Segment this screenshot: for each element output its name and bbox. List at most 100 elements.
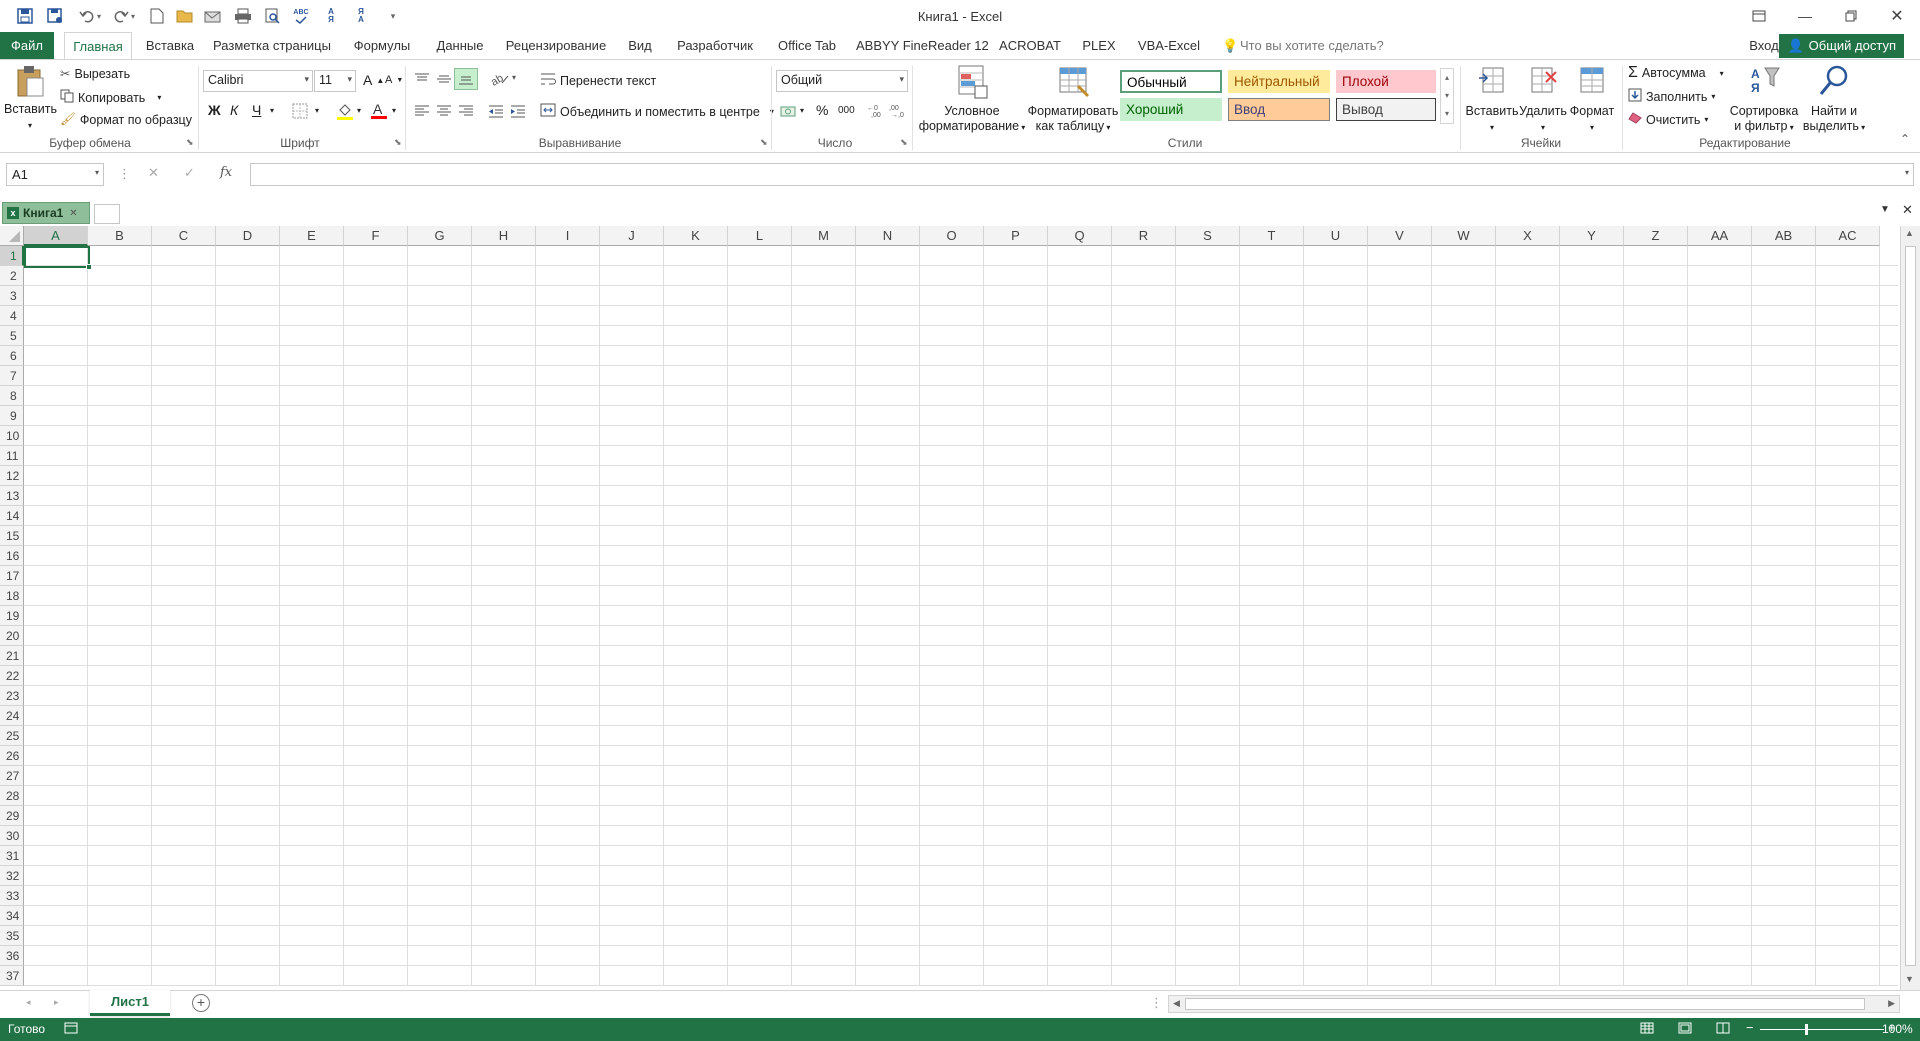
text-orientation-icon[interactable]: ab ▾	[489, 70, 516, 89]
zoom-level[interactable]: 100%	[1882, 1022, 1913, 1036]
new-workbook-tab-button[interactable]	[94, 204, 120, 224]
column-header[interactable]: E	[280, 226, 344, 246]
column-header[interactable]: M	[792, 226, 856, 246]
row-header[interactable]: 23	[0, 686, 24, 706]
font-launcher-icon[interactable]: ⬊	[394, 137, 402, 148]
hscroll-splitter-icon[interactable]: ⋮	[1150, 995, 1163, 1011]
font-color-icon[interactable]: A	[370, 101, 388, 123]
row-header[interactable]: 28	[0, 786, 24, 806]
row-header[interactable]: 31	[0, 846, 24, 866]
cancel-entry-icon[interactable]: ✕	[148, 165, 159, 181]
workbook-tab[interactable]: x Книга1 ✕	[2, 202, 90, 224]
align-bottom-icon[interactable]	[454, 68, 478, 90]
column-header[interactable]: C	[152, 226, 216, 246]
macro-record-icon[interactable]	[64, 1022, 78, 1037]
clear-button[interactable]: Очистить ▾	[1628, 112, 1708, 127]
align-right-icon[interactable]	[458, 104, 474, 121]
increase-indent-icon[interactable]	[510, 104, 526, 121]
scroll-right-icon[interactable]: ▶	[1888, 998, 1895, 1009]
column-header[interactable]: I	[536, 226, 600, 246]
tab-developer[interactable]: Разработчик	[670, 32, 760, 60]
row-header[interactable]: 25	[0, 726, 24, 746]
cell-area[interactable]	[24, 246, 1898, 986]
find-select-button[interactable]: Найти и выделить ▾	[1802, 64, 1866, 135]
row-header[interactable]: 12	[0, 466, 24, 486]
merge-center-button[interactable]: Объединить и поместить в центре▾	[540, 103, 774, 120]
row-header[interactable]: 4	[0, 306, 24, 326]
select-all-corner[interactable]	[0, 226, 24, 246]
row-header[interactable]: 19	[0, 606, 24, 626]
styles-gallery-scroll[interactable]: ▴ ▾ ▾	[1440, 68, 1454, 124]
percent-button[interactable]: %	[816, 102, 828, 118]
column-header[interactable]: N	[856, 226, 920, 246]
row-header[interactable]: 8	[0, 386, 24, 406]
row-header[interactable]: 33	[0, 886, 24, 906]
tab-home[interactable]: Главная	[64, 32, 132, 61]
row-header[interactable]: 24	[0, 706, 24, 726]
next-sheet-icon[interactable]: ▸	[54, 997, 59, 1008]
row-header[interactable]: 37	[0, 966, 24, 986]
decrease-decimal-icon[interactable]: ,00 →,0	[888, 102, 908, 121]
row-header[interactable]: 14	[0, 506, 24, 526]
row-header[interactable]: 11	[0, 446, 24, 466]
tab-office-tab[interactable]: Office Tab	[772, 32, 842, 60]
row-header[interactable]: 3	[0, 286, 24, 306]
row-header[interactable]: 30	[0, 826, 24, 846]
zoom-out-icon[interactable]: −	[1746, 1020, 1754, 1035]
underline-button[interactable]: Ч	[252, 102, 261, 118]
column-header[interactable]: K	[664, 226, 728, 246]
sort-filter-button[interactable]: AЯ Сортировка и фильтр ▾	[1726, 64, 1802, 135]
name-box[interactable]: A1 ▾	[6, 163, 104, 186]
row-header[interactable]: 6	[0, 346, 24, 366]
horizontal-scrollbar[interactable]: ◀ ▶	[1168, 995, 1900, 1013]
style-normal[interactable]: Обычный	[1120, 70, 1222, 93]
font-color-dropdown-icon[interactable]: ▾	[392, 106, 396, 115]
row-header[interactable]: 13	[0, 486, 24, 506]
column-header[interactable]: V	[1368, 226, 1432, 246]
borders-dropdown-icon[interactable]: ▾	[315, 106, 319, 115]
column-header[interactable]: AA	[1688, 226, 1752, 246]
ribbon-display-options-icon[interactable]	[1736, 0, 1782, 32]
alignment-launcher-icon[interactable]: ⬊	[760, 137, 768, 148]
row-header[interactable]: 26	[0, 746, 24, 766]
autosum-button[interactable]: Σ Автосумма ▾	[1628, 64, 1724, 82]
align-top-icon[interactable]	[414, 72, 430, 89]
insert-cells-button[interactable]: Вставить ▾	[1464, 64, 1520, 135]
row-header[interactable]: 7	[0, 366, 24, 386]
column-header[interactable]: U	[1304, 226, 1368, 246]
column-header[interactable]: R	[1112, 226, 1176, 246]
column-header[interactable]: X	[1496, 226, 1560, 246]
column-header[interactable]: AB	[1752, 226, 1816, 246]
tab-vba-excel[interactable]: VBA-Excel	[1134, 32, 1204, 60]
row-header[interactable]: 16	[0, 546, 24, 566]
style-bad[interactable]: Плохой	[1336, 70, 1436, 93]
paste-button[interactable]: Вставить ▾	[4, 64, 57, 133]
scroll-up-icon[interactable]: ▲	[1905, 228, 1914, 238]
column-header[interactable]: P	[984, 226, 1048, 246]
increase-decimal-icon[interactable]: ←0,00	[866, 102, 886, 121]
clipboard-launcher-icon[interactable]: ⬊	[186, 137, 194, 148]
expand-formula-icon[interactable]: ▾	[1905, 168, 1909, 177]
prev-sheet-icon[interactable]: ◂	[26, 997, 31, 1008]
tell-me-input[interactable]: Что вы хотите сделать?	[1240, 32, 1384, 60]
row-header[interactable]: 1	[0, 246, 24, 266]
row-header[interactable]: 18	[0, 586, 24, 606]
tab-data[interactable]: Данные	[430, 32, 490, 60]
scroll-thumb[interactable]	[1905, 246, 1916, 966]
scroll-down-icon[interactable]: ▼	[1905, 974, 1914, 984]
row-header[interactable]: 20	[0, 626, 24, 646]
sheet-tab-list1[interactable]: Лист1	[90, 990, 170, 1016]
column-header[interactable]: D	[216, 226, 280, 246]
column-header[interactable]: B	[88, 226, 152, 246]
add-sheet-icon[interactable]: +	[192, 994, 210, 1012]
row-header[interactable]: 34	[0, 906, 24, 926]
close-all-tabs-icon[interactable]: ✕	[1902, 202, 1913, 218]
row-header[interactable]: 32	[0, 866, 24, 886]
decrease-font-size-button[interactable]: A ▼	[385, 74, 403, 86]
row-header[interactable]: 29	[0, 806, 24, 826]
fill-color-icon[interactable]	[336, 102, 354, 123]
page-layout-view-icon[interactable]	[1678, 1022, 1692, 1037]
tab-view[interactable]: Вид	[622, 32, 658, 60]
row-header[interactable]: 15	[0, 526, 24, 546]
tab-file[interactable]: Файл	[0, 32, 54, 60]
